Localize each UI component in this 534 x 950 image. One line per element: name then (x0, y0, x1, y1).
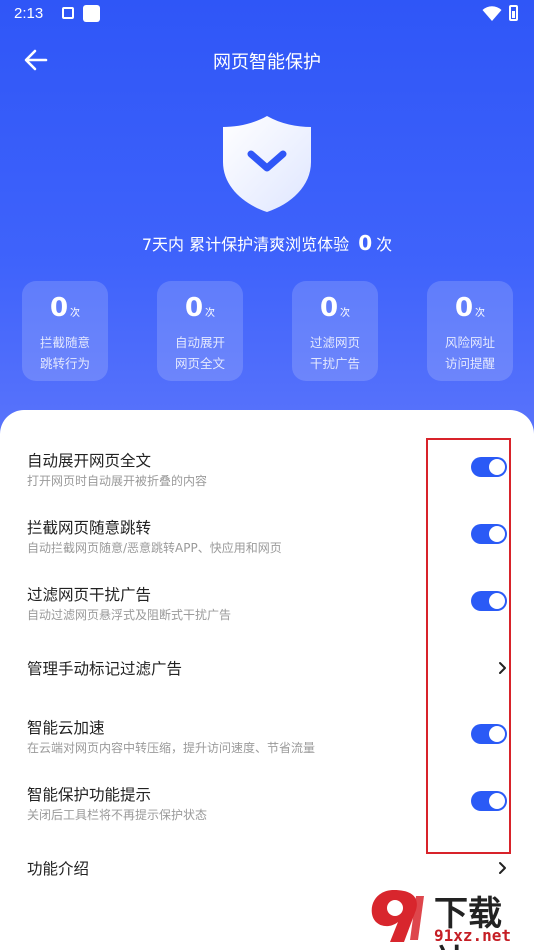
stat-value: 0 (49, 293, 69, 323)
stat-value: 0 (454, 293, 474, 323)
page-title: 网页智能保护 (213, 52, 321, 73)
summary-unit: 次 (376, 235, 393, 254)
shield-icon (223, 116, 311, 212)
chevron-right-icon[interactable] (497, 861, 507, 875)
stat-card-risk-url: 0次 风险网址 访问提醒 (427, 281, 513, 381)
setting-title: 管理手动标记过滤广告 (27, 660, 183, 678)
stat-unit: 次 (205, 308, 216, 319)
summary-count: 0 (358, 231, 373, 255)
wifi-icon (482, 6, 502, 21)
stat-label-line1: 拦截随意 (39, 335, 90, 350)
watermark-url: 91xz.net (434, 926, 512, 945)
setting-row-feature-intro[interactable]: 功能介绍 (0, 857, 534, 879)
stat-label-line2: 网页全文 (174, 356, 225, 371)
stat-unit: 次 (70, 308, 81, 319)
setting-desc: 自动拦截网页随意/恶意跳转APP、快应用和网页 (27, 541, 282, 555)
status-bar: 2:13 (0, 0, 534, 28)
protection-summary: 7天内 累计保护清爽浏览体验 0次 (0, 231, 534, 255)
stat-card-block-jump: 0次 拦截随意 跳转行为 (22, 281, 108, 381)
status-time: 2:13 (14, 5, 44, 22)
setting-desc: 在云端对网页内容中转压缩，提升访问速度、节省流量 (27, 741, 316, 755)
setting-title: 自动展开网页全文 (27, 452, 152, 470)
setting-title: 拦截网页随意跳转 (27, 519, 152, 537)
site-watermark: 下载站 91xz.net (364, 886, 534, 950)
stat-label-line1: 过滤网页 (309, 335, 360, 350)
square-icon (83, 5, 100, 22)
stat-card-expand-page: 0次 自动展开 网页全文 (157, 281, 243, 381)
stat-value: 0 (184, 293, 204, 323)
stat-value: 0 (319, 293, 339, 323)
setting-desc: 自动过滤网页悬浮式及阻断式干扰广告 (27, 608, 232, 622)
setting-title: 过滤网页干扰广告 (27, 586, 152, 604)
setting-title: 智能云加速 (27, 719, 105, 737)
battery-icon (509, 5, 518, 21)
stat-label-line2: 干扰广告 (309, 356, 360, 371)
stat-unit: 次 (340, 308, 351, 319)
stat-label-line2: 跳转行为 (39, 356, 90, 371)
annotation-highlight-box (426, 438, 511, 854)
stat-card-filter-ads: 0次 过滤网页 干扰广告 (292, 281, 378, 381)
setting-title: 功能介绍 (27, 860, 90, 878)
setting-title: 智能保护功能提示 (27, 786, 152, 804)
stat-label-line1: 风险网址 (444, 335, 495, 350)
a-icon (62, 7, 74, 19)
summary-text: 7天内 累计保护清爽浏览体验 (141, 235, 350, 254)
stat-label-line1: 自动展开 (174, 335, 225, 350)
setting-desc: 关闭后工具栏将不再提示保护状态 (27, 808, 208, 822)
stat-unit: 次 (475, 308, 486, 319)
stat-label-line2: 访问提醒 (444, 356, 495, 371)
setting-desc: 打开网页时自动展开被折叠的内容 (27, 474, 208, 488)
watermark-logo-icon (371, 890, 424, 942)
